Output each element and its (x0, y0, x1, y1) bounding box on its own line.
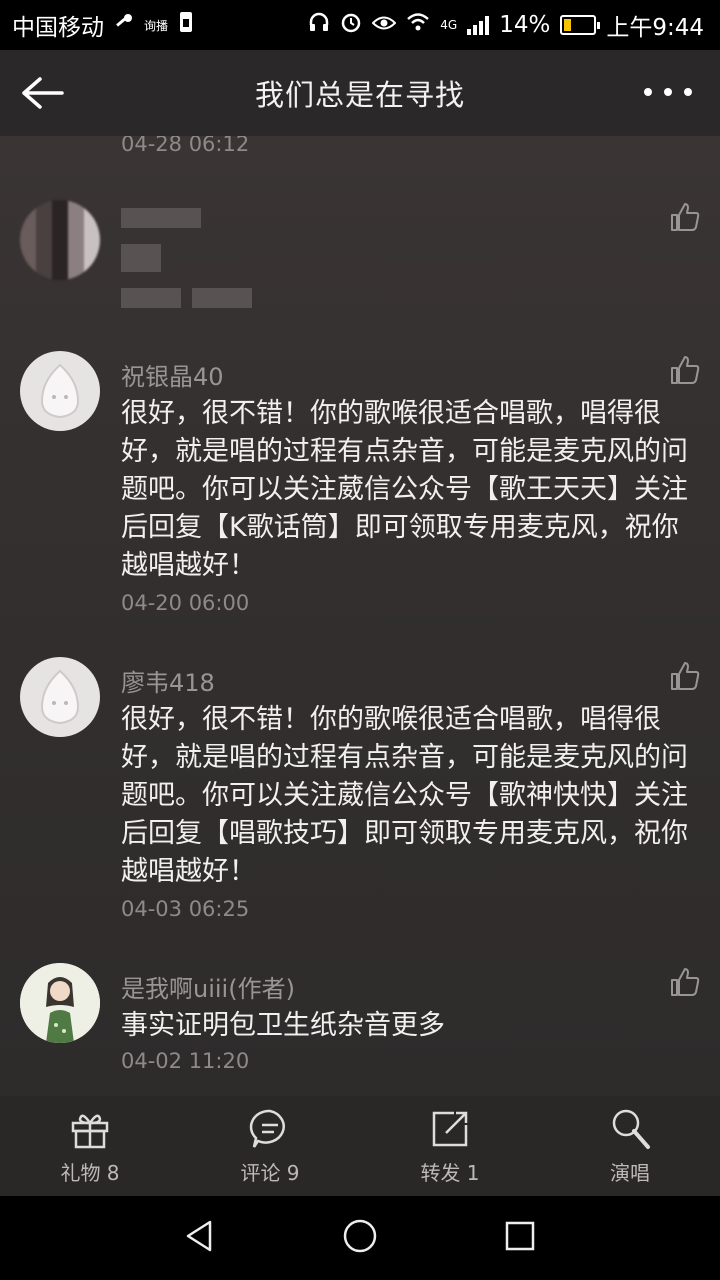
more-dot-icon (644, 88, 652, 96)
nav-recents-button[interactable] (502, 1218, 538, 1258)
square-recents-icon (505, 1221, 535, 1251)
comment-time: 04-20 06:00 (121, 591, 250, 615)
like-button[interactable] (668, 659, 702, 693)
default-avatar-icon (40, 669, 80, 725)
share-label: 转发 1 (420, 1160, 480, 1185)
blurred-time (192, 288, 252, 308)
comment-icon (249, 1109, 285, 1148)
comment-list[interactable]: 04-28 06:12 祝银晶40 很好，很不错！你的歌喉很适合唱歌，唱得很好，… (0, 136, 720, 1096)
network-label: 4G (440, 18, 458, 32)
system-nav-bar (0, 1196, 720, 1280)
back-arrow-icon (22, 77, 64, 109)
hd-label: 询播 (144, 18, 169, 33)
author-avatar-icon (20, 963, 100, 1043)
blurred-time (121, 288, 181, 308)
comment-time: 04-03 06:25 (121, 897, 250, 921)
share-icon (432, 1111, 468, 1146)
like-button[interactable] (668, 200, 702, 234)
clock: 上午9:44 (606, 15, 704, 41)
back-button[interactable] (20, 71, 64, 115)
more-dot-icon (664, 88, 672, 96)
app-header: 我们总是在寻找 (0, 50, 720, 136)
avatar[interactable] (20, 351, 100, 431)
like-button[interactable] (668, 353, 702, 387)
comment-text: 很好，很不错！你的歌喉很适合唱歌，唱得很好，就是唱的过程有点杂音，可能是麦克风的… (121, 704, 688, 887)
sing-button[interactable]: 演唱 (540, 1107, 720, 1186)
eye-icon (371, 12, 397, 38)
comment-button[interactable]: 评论 9 (180, 1107, 360, 1186)
comment-text: 很好，很不错！你的歌喉很适合唱歌，唱得很好，就是唱的过程有点杂音，可能是麦克风的… (121, 398, 688, 581)
sing-label: 演唱 (610, 1160, 650, 1185)
alarm-icon (340, 11, 362, 39)
action-bar: 礼物 8 评论 9 转发 1 演唱 (0, 1096, 720, 1196)
nav-home-button[interactable] (342, 1218, 378, 1258)
avatar[interactable] (20, 200, 100, 280)
comment-author[interactable]: 廖韦418 (121, 663, 215, 698)
gift-button[interactable]: 礼物 8 (0, 1107, 180, 1186)
avatar[interactable] (20, 963, 100, 1043)
triangle-back-icon (186, 1220, 212, 1252)
comment-author[interactable]: 祝银晶40 (121, 357, 224, 392)
microphone-icon (612, 1109, 650, 1149)
comment-author[interactable]: 是我啊uiii(作者) (121, 969, 295, 1004)
avatar[interactable] (20, 657, 100, 737)
status-bar: 中国移动 询播 4G 14% 上午9:44 (0, 0, 720, 50)
thumbs-up-icon (671, 356, 700, 384)
like-button[interactable] (668, 965, 702, 999)
nav-back-button[interactable] (182, 1218, 218, 1258)
headphones-icon (308, 11, 330, 39)
blurred-text (121, 244, 161, 272)
key-icon (114, 12, 134, 38)
comment-text: 事实证明包卫生纸杂音更多 (121, 1010, 445, 1041)
comment-time: 04-28 06:12 (121, 136, 250, 156)
thumbs-up-icon (671, 662, 700, 690)
comment-time: 04-02 11:20 (121, 1049, 250, 1073)
share-button[interactable]: 转发 1 (360, 1107, 540, 1186)
page-title: 我们总是在寻找 (254, 78, 465, 112)
sim-icon (178, 11, 194, 39)
more-options-button[interactable] (644, 80, 692, 104)
gift-label: 礼物 8 (60, 1160, 120, 1185)
circle-home-icon (343, 1219, 377, 1253)
default-avatar-icon (40, 363, 80, 419)
thumbs-up-icon (671, 968, 700, 996)
wifi-icon (406, 12, 430, 38)
more-dot-icon (684, 88, 692, 96)
gift-icon (71, 1114, 109, 1148)
carrier-label: 中国移动 (12, 15, 104, 41)
blurred-name (121, 208, 201, 228)
battery-percent: 14% (499, 12, 551, 38)
battery-icon (560, 15, 601, 35)
thumbs-up-icon (671, 203, 700, 231)
comment-label: 评论 9 (240, 1160, 300, 1185)
signal-icon (467, 15, 490, 35)
